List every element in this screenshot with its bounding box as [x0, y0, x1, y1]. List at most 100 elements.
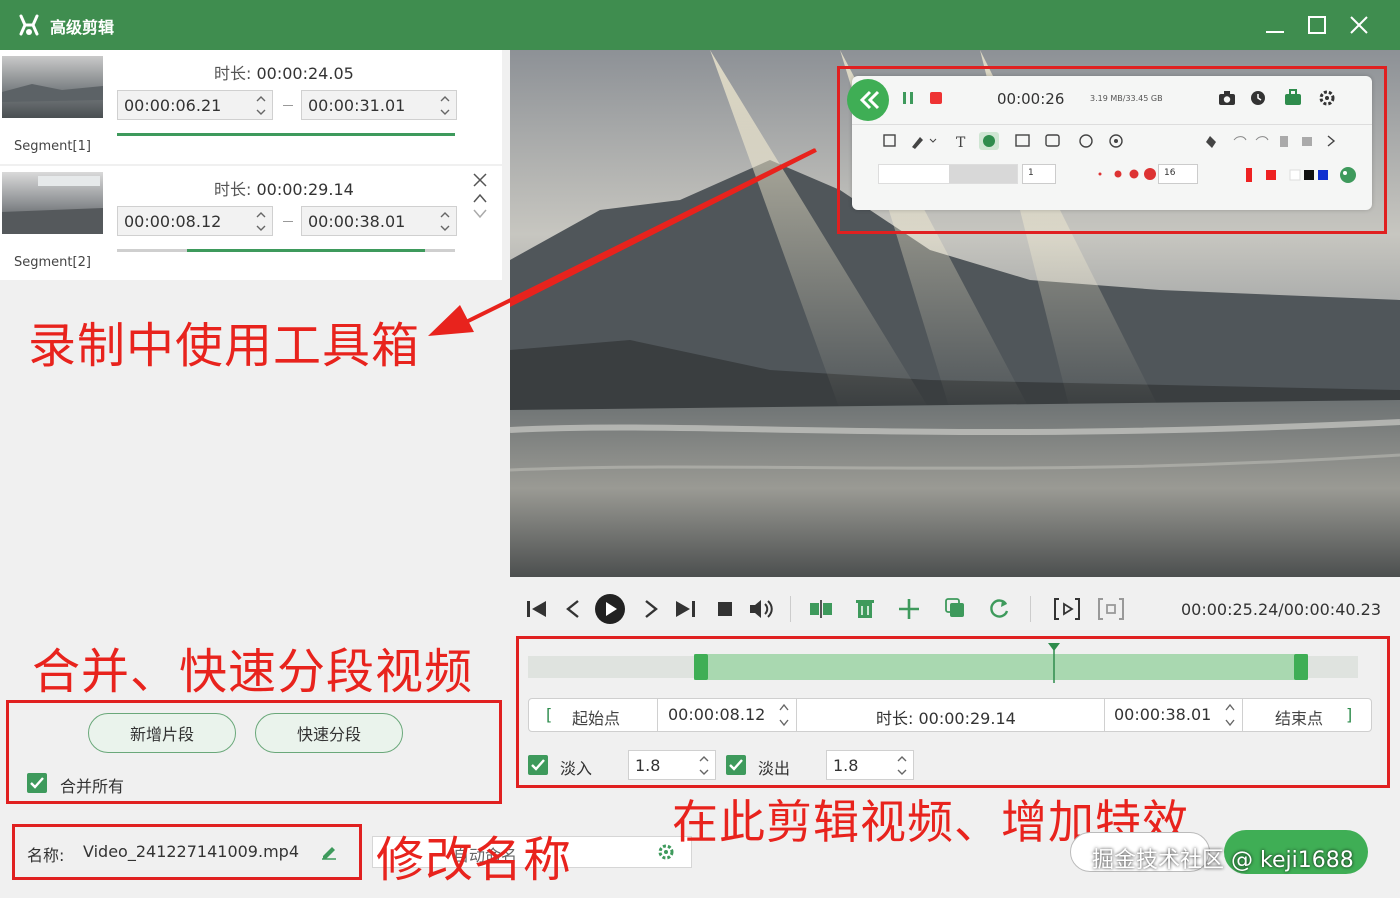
- color-palette[interactable]: [1246, 166, 1372, 184]
- settings-icon[interactable]: [1318, 89, 1336, 107]
- line-width-stepper[interactable]: 1: [1022, 164, 1056, 184]
- fade-in-checkbox[interactable]: [528, 755, 548, 775]
- field-divider: [796, 699, 797, 731]
- timer-icon[interactable]: [1250, 90, 1266, 106]
- annotation-toolbox: 录制中使用工具箱: [28, 318, 421, 374]
- chevron-down-icon[interactable]: [897, 767, 907, 777]
- stop-selection-icon[interactable]: [1096, 594, 1126, 624]
- player-timecode: 00:00:25.24/00:00:40.23: [1181, 600, 1381, 619]
- style-tab-active[interactable]: [949, 165, 1017, 183]
- fade-out-stepper[interactable]: 1.8: [826, 750, 914, 780]
- close-icon[interactable]: [1346, 12, 1372, 38]
- field-divider: [657, 699, 658, 731]
- segment-range-bar: [117, 249, 455, 252]
- copy-icon[interactable]: [940, 594, 970, 624]
- range-dash: [283, 221, 293, 222]
- edit-pencil-icon[interactable]: [320, 842, 338, 860]
- stop-record-icon[interactable]: [928, 90, 944, 106]
- record-toolbar: 00:00:26 3.19 MB/33.45 GB T 1 16: [847, 76, 1372, 210]
- chevron-up-icon[interactable]: [699, 754, 709, 764]
- segment-start-stepper[interactable]: 00:00:06.21: [117, 90, 273, 120]
- app-logo-icon: [19, 14, 39, 36]
- duration-label: 时长:: [214, 180, 252, 199]
- reset-icon[interactable]: [984, 594, 1014, 624]
- annotation-merge: 合并、快速分段视频: [32, 644, 474, 700]
- segment-duration: 时长: 00:00:29.14: [214, 176, 354, 200]
- step-back-icon[interactable]: [558, 594, 588, 624]
- volume-icon[interactable]: [746, 594, 776, 624]
- skip-to-end-icon[interactable]: [670, 594, 700, 624]
- fade-out-value: 1.8: [833, 756, 859, 775]
- range-dash: [283, 105, 293, 106]
- set-start-button[interactable]: 起始点: [572, 705, 620, 729]
- duration-value: 00:00:29.14: [918, 709, 1016, 728]
- duration-label: 时长:: [876, 709, 914, 728]
- minimize-icon[interactable]: [1262, 12, 1288, 38]
- annotation-rename: 修改名称: [376, 832, 573, 888]
- end-time-stepper-icon[interactable]: [1224, 700, 1236, 730]
- window-title: 高级剪辑: [50, 18, 115, 37]
- fade-in-stepper[interactable]: 1.8: [628, 750, 716, 780]
- segment-range-bar: [117, 133, 455, 136]
- start-time-input[interactable]: 00:00:08.12: [668, 705, 765, 724]
- fade-out-checkbox[interactable]: [726, 755, 746, 775]
- font-size-stepper[interactable]: 16: [1158, 164, 1198, 184]
- merge-all-checkbox[interactable]: [27, 773, 47, 793]
- chevron-down-icon[interactable]: [256, 223, 266, 233]
- play-icon[interactable]: [594, 593, 626, 625]
- field-divider: [1242, 699, 1243, 731]
- pause-icon[interactable]: [900, 90, 916, 106]
- chevron-down-icon[interactable]: [256, 107, 266, 117]
- collapse-icon[interactable]: [846, 78, 890, 122]
- play-selection-icon[interactable]: [1052, 594, 1082, 624]
- split-icon[interactable]: [806, 594, 836, 624]
- playhead[interactable]: [1046, 641, 1062, 683]
- watermark: 掘金技术社区 @ keji1688: [1092, 848, 1354, 873]
- delete-icon[interactable]: [850, 594, 880, 624]
- start-bracket: [: [546, 705, 553, 724]
- title-bar: 高级剪辑: [0, 0, 1400, 50]
- style-tabs[interactable]: [878, 164, 1018, 184]
- selection-start-handle[interactable]: [694, 654, 708, 680]
- segment-start-stepper[interactable]: 00:00:08.12: [117, 206, 273, 236]
- name-value[interactable]: Video_241227141009.mp4: [83, 842, 299, 861]
- set-end-button[interactable]: 结束点: [1275, 705, 1323, 729]
- stop-icon[interactable]: [710, 594, 740, 624]
- svg-text:T: T: [956, 135, 966, 150]
- fade-in-value: 1.8: [635, 756, 661, 775]
- skip-to-start-icon[interactable]: [522, 594, 552, 624]
- quick-split-button[interactable]: 快速分段: [255, 713, 403, 753]
- fade-out-label: 淡出: [758, 759, 791, 778]
- duration-label: 时长:: [214, 64, 252, 83]
- field-divider: [1104, 699, 1105, 731]
- maximize-icon[interactable]: [1304, 12, 1330, 38]
- segment-label: Segment[1]: [14, 139, 91, 154]
- add-segment-button[interactable]: 新增片段: [88, 713, 236, 753]
- chevron-up-icon[interactable]: [256, 94, 266, 104]
- selection-end-handle[interactable]: [1294, 654, 1308, 680]
- control-divider: [790, 596, 791, 622]
- range-duration: 时长: 00:00:29.14: [876, 705, 1016, 729]
- toolbox-icon[interactable]: [1284, 89, 1302, 106]
- end-time-input[interactable]: 00:00:38.01: [1114, 705, 1211, 724]
- start-value: 00:00:08.12: [124, 212, 222, 231]
- add-icon[interactable]: [894, 594, 924, 624]
- annotation-arrow: [428, 148, 816, 336]
- segment-thumbnail: [2, 56, 103, 118]
- drawing-tools-row[interactable]: T: [882, 132, 1362, 150]
- camera-icon[interactable]: [1218, 90, 1236, 106]
- toolbar-divider: [852, 124, 1372, 125]
- chevron-up-icon[interactable]: [256, 210, 266, 220]
- merge-all-label: 合并所有: [60, 777, 125, 796]
- name-label: 名称:: [27, 846, 65, 865]
- chevron-up-icon[interactable]: [897, 754, 907, 764]
- timeline-selection[interactable]: [694, 654, 1308, 680]
- start-time-stepper-icon[interactable]: [778, 700, 790, 730]
- end-value: 00:00:38.01: [308, 212, 406, 231]
- dot-size-options[interactable]: [1062, 166, 1156, 182]
- record-time: 00:00:26: [997, 90, 1065, 108]
- fade-in-label: 淡入: [560, 759, 593, 778]
- chevron-down-icon[interactable]: [699, 767, 709, 777]
- start-value: 00:00:06.21: [124, 96, 222, 115]
- step-forward-icon[interactable]: [636, 594, 666, 624]
